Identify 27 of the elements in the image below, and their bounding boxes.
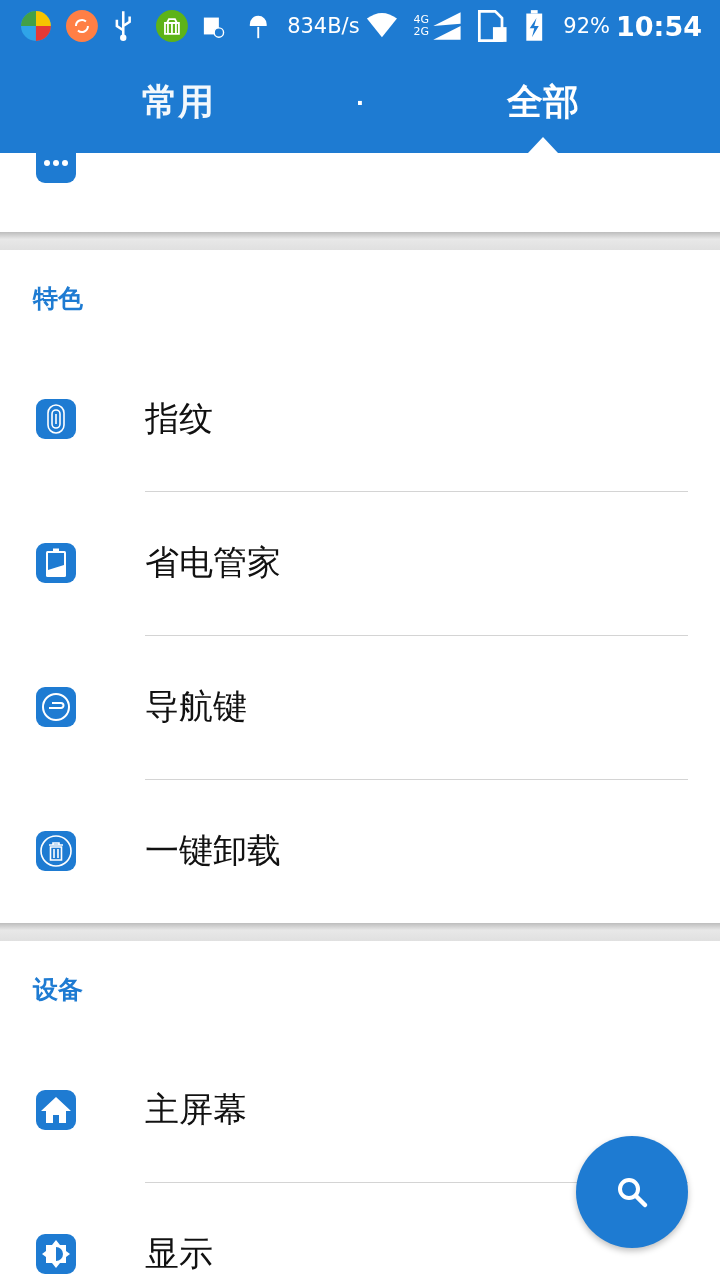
cleaner-icon — [156, 9, 189, 43]
settings-item[interactable]: 一键卸载 — [0, 779, 720, 923]
section-header: 设备 — [33, 974, 83, 1006]
battery-level: 92% — [563, 14, 610, 38]
tab-separator: · — [355, 90, 365, 115]
tab[interactable]: 常用 — [135, 52, 220, 153]
network-type: 4G — [413, 14, 430, 26]
app-icon — [20, 9, 52, 43]
network-speed: 834B/s — [287, 14, 360, 38]
settings-item[interactable]: 省电管家 — [0, 491, 720, 635]
section-header: 特色 — [33, 283, 83, 315]
trash-icon — [36, 831, 76, 871]
settings-item[interactable]: 导航键 — [0, 635, 720, 779]
settings-item[interactable]: 主屏幕 — [0, 1038, 720, 1182]
tab[interactable]: 全部 — [500, 52, 585, 153]
signal-icon — [431, 9, 463, 43]
clock: 10:54 — [616, 10, 702, 42]
sync-icon — [65, 9, 98, 43]
search-icon — [615, 1175, 649, 1209]
settings-item[interactable]: 显示 — [0, 1182, 720, 1280]
brightness-icon — [36, 1234, 76, 1274]
home-icon — [36, 1090, 76, 1130]
fingerprint-icon — [36, 399, 76, 439]
settings-item[interactable]: 指纹 — [0, 347, 720, 491]
sim-card-icon — [476, 9, 509, 43]
battery-icon — [36, 543, 76, 583]
network-type: 2G — [413, 26, 430, 38]
